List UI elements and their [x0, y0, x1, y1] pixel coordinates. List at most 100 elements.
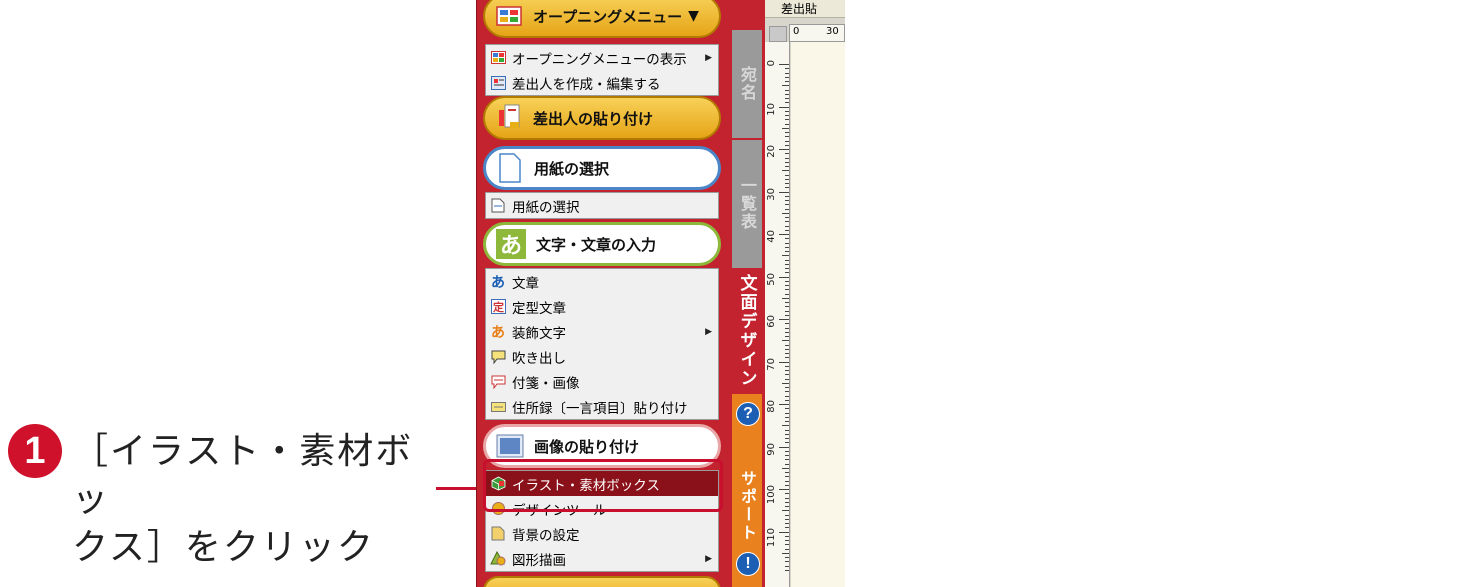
submenu-arrow-icon: ▶ — [705, 52, 712, 63]
ruler-tick — [785, 238, 789, 240]
hruler-label-0: 0 — [793, 26, 800, 37]
info-icon[interactable]: ! — [736, 552, 760, 576]
opening-menu-list: オープニングメニューの表示 ▶ 差出人を作成・編集する — [485, 44, 719, 96]
shape-draw-icon — [490, 551, 506, 567]
ruler-tick — [785, 68, 789, 70]
ruler-tick — [785, 353, 789, 354]
menu-item-label: 住所録〔一言項目〕貼り付け — [512, 400, 688, 417]
ruler-tick — [785, 399, 789, 401]
opening-menu-icon — [495, 2, 523, 30]
opening-menu-label: オープニングメニュー — [533, 7, 683, 26]
ruler-tick — [785, 523, 789, 524]
decorative-a-icon: あ — [491, 324, 505, 341]
ruler-tick — [785, 387, 789, 388]
callout-line-1: ［イラスト・素材ボッ — [72, 431, 414, 520]
ruler-tick — [785, 348, 789, 350]
ruler-tick — [785, 344, 789, 346]
ruler-tick — [785, 136, 789, 138]
tab-address[interactable]: 宛名 — [732, 30, 762, 138]
ruler-tick — [785, 259, 789, 261]
paper-select-label: 用紙の選択 — [534, 159, 610, 178]
svg-text:定: 定 — [493, 300, 504, 314]
illust-box-highlight-frame — [483, 459, 723, 512]
ruler-tick — [779, 446, 789, 448]
document-area: 差出貼 0 30 0 10 20 30 40 50 60 70 80 90 100 110 — [765, 0, 845, 587]
ruler-tick — [785, 285, 789, 286]
ruler-tick — [785, 225, 789, 227]
ruler-tick — [785, 323, 789, 325]
ruler-tick — [785, 72, 789, 74]
menu-item-shape-draw[interactable]: 図形描画 ▶ — [486, 546, 718, 571]
ruler-tick — [785, 506, 789, 507]
ruler-tick — [785, 242, 789, 244]
ruler-tick — [785, 93, 789, 95]
menu-item-show-opening[interactable]: オープニングメニューの表示 ▶ — [486, 45, 718, 70]
ruler-tick — [785, 89, 789, 91]
ruler-tick — [785, 310, 789, 312]
step-number-badge: 1 — [8, 424, 62, 478]
menu-item-label: 吹き出し — [512, 350, 566, 367]
paper-page-icon — [490, 198, 506, 214]
ruler-tick — [785, 459, 789, 461]
menu-item-decorative-text[interactable]: あ 装飾文字 ▶ — [486, 319, 718, 344]
ruler-tick — [785, 484, 789, 486]
ruler-tick — [785, 280, 789, 282]
menu-item-paper-select[interactable]: 用紙の選択 — [486, 193, 718, 218]
menu-item-label: 定型文章 — [512, 300, 566, 317]
ruler-tick — [785, 98, 789, 99]
vruler-label: 10 — [766, 102, 777, 116]
menu-item-label: 付箋・画像 — [512, 375, 580, 392]
ruler-tick — [782, 382, 789, 384]
ruler-tick — [782, 170, 789, 172]
ruler-tick — [785, 561, 789, 563]
text-input-label: 文字・文章の入力 — [536, 235, 657, 254]
ruler-tick — [779, 489, 789, 490]
vruler-label: 80 — [766, 400, 777, 413]
menu-item-label: 文章 — [512, 275, 539, 292]
ruler-tick — [785, 119, 789, 121]
paper-menu-list: 用紙の選択 — [485, 192, 719, 219]
menu-item-background[interactable]: 背景の設定 — [486, 521, 718, 546]
ruler-tick — [785, 187, 789, 189]
ruler-tick — [785, 476, 789, 478]
ruler-tick — [785, 527, 789, 529]
menu-item-sticky-image[interactable]: 付箋・画像 — [486, 369, 718, 394]
ruler-tick — [785, 421, 789, 422]
vruler-label: 100 — [766, 485, 777, 505]
next-section-button[interactable] — [483, 576, 721, 587]
ruler-tick — [785, 302, 789, 303]
menu-item-sentence[interactable]: あ 文章 — [486, 269, 718, 294]
ruler-tick — [785, 433, 789, 435]
tab-design[interactable]: 文面デザイン — [732, 270, 762, 392]
menu-item-speech-bubble[interactable]: 吹き出し — [486, 344, 718, 369]
ruler-tick — [779, 361, 789, 363]
opening-grid-icon — [490, 50, 506, 66]
tab-sender-paste[interactable]: 差出貼 — [765, 0, 845, 18]
ruler-tick — [785, 412, 789, 414]
image-paste-label: 画像の貼り付け — [534, 437, 640, 456]
ruler-tick — [785, 81, 789, 82]
ruler-tick — [785, 518, 789, 520]
submenu-arrow-icon: ▶ — [705, 553, 712, 564]
help-icon[interactable]: ? — [736, 402, 760, 426]
ruler-tick — [785, 544, 789, 546]
ruler-tick — [785, 480, 789, 482]
tab-list[interactable]: 一覧表 — [732, 140, 762, 268]
menu-item-template-sentence[interactable]: 定 定型文章 — [486, 294, 718, 319]
ruler-tick — [779, 319, 789, 320]
ruler-tick — [785, 493, 789, 495]
text-input-button[interactable]: あ 文字・文章の入力 — [483, 222, 721, 266]
sender-paste-button[interactable]: 差出人の貼り付け — [483, 96, 721, 140]
paper-select-button[interactable]: 用紙の選択 — [483, 146, 721, 190]
ruler-tick — [785, 501, 789, 503]
menu-item-address-paste[interactable]: 住所録〔一言項目〕貼り付け — [486, 394, 718, 419]
image-picture-icon — [496, 432, 524, 460]
menu-item-edit-sender[interactable]: 差出人を作成・編集する — [486, 70, 718, 95]
ruler-tick — [785, 110, 789, 112]
ruler-tick — [782, 127, 789, 129]
opening-menu-button[interactable]: オープニングメニュー ▼ — [483, 0, 721, 38]
ruler-tick — [785, 195, 789, 197]
ruler-tick — [785, 272, 789, 274]
ruler-tick — [782, 85, 789, 87]
ruler-tick — [785, 450, 789, 452]
